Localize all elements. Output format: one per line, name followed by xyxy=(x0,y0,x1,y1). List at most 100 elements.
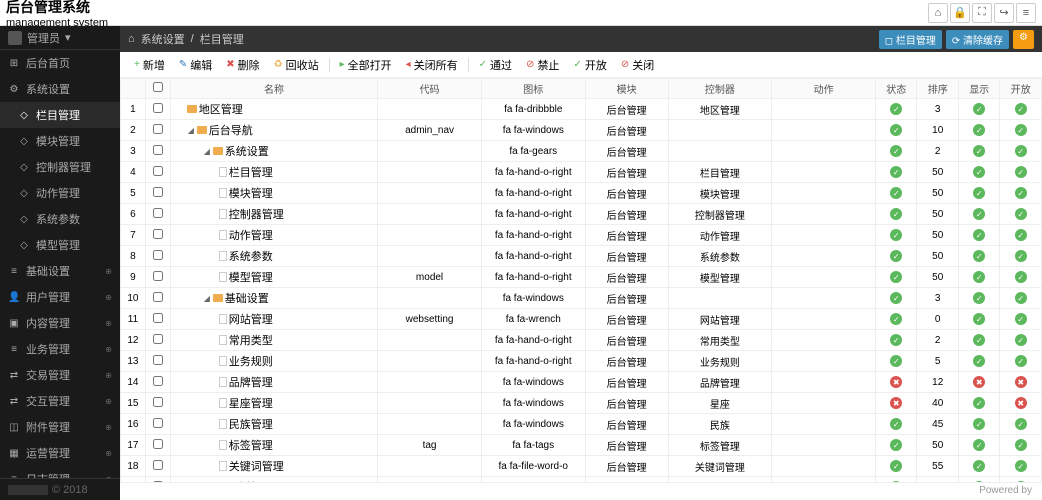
row-check[interactable] xyxy=(153,124,163,134)
status-dot[interactable]: ✓ xyxy=(1015,208,1027,220)
col-header[interactable] xyxy=(145,79,170,99)
table-row[interactable]: 16民族管理fa fa-windows后台管理民族✓45✓✓ xyxy=(121,414,1042,435)
status-dot[interactable]: ✓ xyxy=(973,145,985,157)
sidebar-item[interactable]: ◇模型管理 xyxy=(0,232,120,258)
status-dot[interactable]: ✓ xyxy=(973,250,985,262)
tab-button[interactable]: ◻ 栏目管理 xyxy=(879,30,942,49)
table-row[interactable]: 12常用类型fa fa-hand-o-right后台管理常用类型✓2✓✓ xyxy=(121,330,1042,351)
status-dot[interactable]: ✓ xyxy=(1015,460,1027,472)
ord-cell[interactable]: 50 xyxy=(917,246,958,267)
table-row[interactable]: 11网站管理websettingfa fa-wrench后台管理网站管理✓0✓✓ xyxy=(121,309,1042,330)
status-dot[interactable]: ✓ xyxy=(890,166,902,178)
row-check[interactable] xyxy=(153,460,163,470)
ord-cell[interactable]: 50 xyxy=(917,225,958,246)
row-check[interactable] xyxy=(153,376,163,386)
row-check[interactable] xyxy=(153,397,163,407)
lock-icon[interactable]: 🔒 xyxy=(950,3,970,23)
status-dot[interactable]: ✖ xyxy=(1015,397,1027,409)
table-row[interactable]: 18关键词管理fa fa-file-word-o后台管理关键词管理✓55✓✓ xyxy=(121,456,1042,477)
status-dot[interactable]: ✖ xyxy=(1015,376,1027,388)
sidebar-item[interactable]: 👤用户管理⊕ xyxy=(0,284,120,310)
gear-icon[interactable]: ⚙ xyxy=(1013,30,1034,49)
crumb-1[interactable]: 系统设置 xyxy=(141,31,185,47)
collapse-icon[interactable]: ◢ xyxy=(203,147,211,155)
status-dot[interactable]: ✓ xyxy=(1015,334,1027,346)
ord-cell[interactable]: 50 xyxy=(917,267,958,288)
status-dot[interactable]: ✓ xyxy=(1015,355,1027,367)
ord-cell[interactable]: 3 xyxy=(917,99,958,120)
status-dot[interactable]: ✓ xyxy=(1015,313,1027,325)
ord-cell[interactable]: 12 xyxy=(917,372,958,393)
row-check[interactable] xyxy=(153,229,163,239)
sidebar-item[interactable]: ◇控制器管理 xyxy=(0,154,120,180)
col-header[interactable]: 显示 xyxy=(958,79,999,99)
status-dot[interactable]: ✖ xyxy=(973,376,985,388)
status-dot[interactable]: ✓ xyxy=(973,292,985,304)
table-row[interactable]: 8系统参数fa fa-hand-o-right后台管理系统参数✓50✓✓ xyxy=(121,246,1042,267)
toolbar-add[interactable]: ✓开放 xyxy=(567,55,612,75)
admin-row[interactable]: 管理员 ▾ xyxy=(0,26,120,50)
toolbar-del[interactable]: ⊘禁止 xyxy=(520,55,565,75)
col-header[interactable]: 名称 xyxy=(170,79,377,99)
status-dot[interactable]: ✓ xyxy=(890,145,902,157)
collapse-icon[interactable]: ◢ xyxy=(203,294,211,302)
status-dot[interactable]: ✓ xyxy=(973,418,985,430)
table-row[interactable]: 14品牌管理fa fa-windows后台管理品牌管理✖12✖✖ xyxy=(121,372,1042,393)
sidebar-item[interactable]: ▦运营管理⊕ xyxy=(0,440,120,466)
home-icon[interactable]: ⌂ xyxy=(128,33,135,45)
status-dot[interactable]: ✓ xyxy=(973,187,985,199)
ord-cell[interactable]: 45 xyxy=(917,414,958,435)
row-check[interactable] xyxy=(153,145,163,155)
sidebar-item[interactable]: ≡日志管理⊕ xyxy=(0,466,120,478)
ord-cell[interactable]: 40 xyxy=(917,393,958,414)
table-row[interactable]: 6控制器管理fa fa-hand-o-right后台管理控制器管理✓50✓✓ xyxy=(121,204,1042,225)
table-row[interactable]: 10◢基础设置fa fa-windows后台管理✓3✓✓ xyxy=(121,288,1042,309)
sidebar-item[interactable]: ◇系统参数 xyxy=(0,206,120,232)
status-dot[interactable]: ✓ xyxy=(890,313,902,325)
crumb-2[interactable]: 栏目管理 xyxy=(200,31,244,47)
col-header[interactable]: 开放 xyxy=(1000,79,1042,99)
table-row[interactable]: 3◢系统设置fa fa-gears后台管理✓2✓✓ xyxy=(121,141,1042,162)
ord-cell[interactable]: 3 xyxy=(917,288,958,309)
status-dot[interactable]: ✓ xyxy=(890,229,902,241)
status-dot[interactable]: ✖ xyxy=(890,397,902,409)
row-check[interactable] xyxy=(153,334,163,344)
ord-cell[interactable]: 2 xyxy=(917,330,958,351)
status-dot[interactable]: ✓ xyxy=(973,313,985,325)
status-dot[interactable]: ✓ xyxy=(890,460,902,472)
ord-cell[interactable]: 50 xyxy=(917,204,958,225)
status-dot[interactable]: ✓ xyxy=(973,439,985,451)
row-check[interactable] xyxy=(153,292,163,302)
sidebar-item[interactable]: ◇模块管理 xyxy=(0,128,120,154)
row-check[interactable] xyxy=(153,355,163,365)
status-dot[interactable]: ✓ xyxy=(890,103,902,115)
sidebar-item[interactable]: ◇动作管理 xyxy=(0,180,120,206)
status-dot[interactable]: ✓ xyxy=(890,250,902,262)
row-check[interactable] xyxy=(153,418,163,428)
row-check[interactable] xyxy=(153,439,163,449)
table-row[interactable]: 13业务规则fa fa-hand-o-right后台管理业务规则✓5✓✓ xyxy=(121,351,1042,372)
status-dot[interactable]: ✓ xyxy=(890,355,902,367)
status-dot[interactable]: ✓ xyxy=(973,460,985,472)
ord-cell[interactable]: 50 xyxy=(917,435,958,456)
toolbar-del[interactable]: ⊘关闭 xyxy=(615,55,660,75)
status-dot[interactable]: ✓ xyxy=(1015,250,1027,262)
status-dot[interactable]: ✓ xyxy=(973,229,985,241)
status-dot[interactable]: ✓ xyxy=(890,334,902,346)
status-dot[interactable]: ✓ xyxy=(973,355,985,367)
col-header[interactable]: 排序 xyxy=(917,79,958,99)
home-icon[interactable]: ⌂ xyxy=(928,3,948,23)
status-dot[interactable]: ✓ xyxy=(1015,418,1027,430)
toolbar-edit[interactable]: ✎编辑 xyxy=(173,55,218,75)
sidebar-item[interactable]: ≡业务管理⊕ xyxy=(0,336,120,362)
row-check[interactable] xyxy=(153,208,163,218)
status-dot[interactable]: ✓ xyxy=(1015,166,1027,178)
status-dot[interactable]: ✓ xyxy=(890,271,902,283)
logout-icon[interactable]: ↪ xyxy=(994,3,1014,23)
status-dot[interactable]: ✓ xyxy=(973,103,985,115)
row-check[interactable] xyxy=(153,313,163,323)
col-header[interactable]: 代码 xyxy=(378,79,482,99)
row-check[interactable] xyxy=(153,103,163,113)
ord-cell[interactable]: 55 xyxy=(917,456,958,477)
status-dot[interactable]: ✓ xyxy=(890,187,902,199)
